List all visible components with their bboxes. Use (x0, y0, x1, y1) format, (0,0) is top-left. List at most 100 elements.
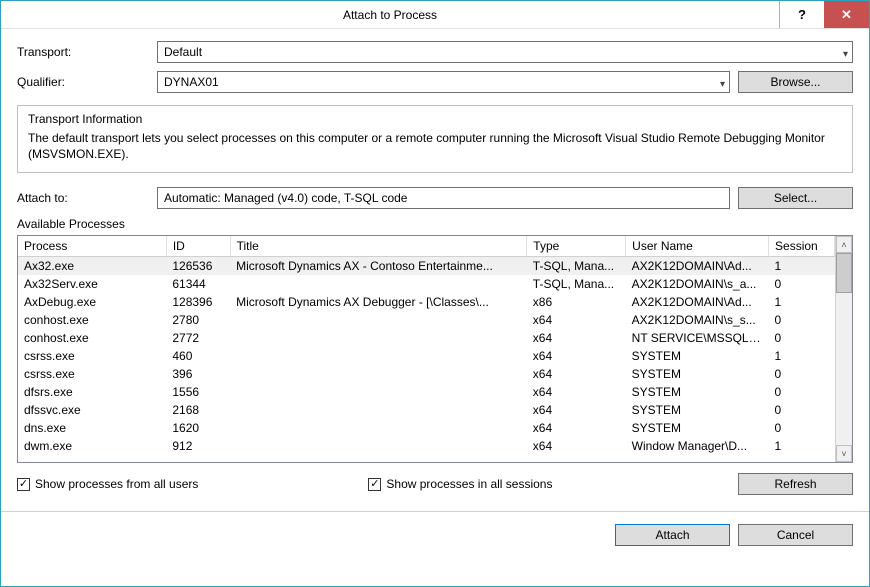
cell-id: 912 (166, 437, 230, 455)
show-all-sessions-checkbox[interactable]: ✓ Show processes in all sessions (368, 477, 552, 491)
cell-title (230, 365, 527, 383)
process-table[interactable]: Process ID Title Type User Name Session … (18, 236, 835, 455)
vertical-scrollbar[interactable]: ˄ ˅ (835, 236, 852, 462)
cell-title (230, 419, 527, 437)
chevron-down-icon: ▾ (843, 45, 848, 65)
col-header-session[interactable]: Session (769, 236, 835, 257)
close-button[interactable]: ✕ (824, 1, 869, 28)
cell-type: T-SQL, Mana... (527, 275, 626, 293)
help-button[interactable]: ? (779, 1, 824, 28)
select-button[interactable]: Select... (738, 187, 853, 209)
transport-label: Transport: (17, 45, 157, 59)
checkbox-checked-icon: ✓ (17, 478, 30, 491)
dialog-window: Attach to Process ? ✕ Transport: Default… (0, 0, 870, 587)
cell-type: x64 (527, 311, 626, 329)
process-table-scroll: Process ID Title Type User Name Session … (18, 236, 835, 462)
table-row[interactable]: dwm.exe912x64Window Manager\D...1 (18, 437, 835, 455)
table-row[interactable]: AxDebug.exe128396Microsoft Dynamics AX D… (18, 293, 835, 311)
process-table-wrap: Process ID Title Type User Name Session … (17, 235, 853, 463)
table-row[interactable]: conhost.exe2772x64NT SERVICE\MSSQLF...0 (18, 329, 835, 347)
attach-button[interactable]: Attach (615, 524, 730, 546)
table-row[interactable]: csrss.exe460x64SYSTEM1 (18, 347, 835, 365)
cell-title (230, 275, 527, 293)
cell-process: dfsrs.exe (18, 383, 166, 401)
cell-title (230, 401, 527, 419)
cancel-button[interactable]: Cancel (738, 524, 853, 546)
scroll-down-button[interactable]: ˅ (836, 445, 852, 462)
cell-process: Ax32.exe (18, 257, 166, 276)
dialog-content: Transport: Default ▾ Qualifier: DYNAX01 … (1, 29, 869, 586)
scrollbar-thumb[interactable] (836, 253, 852, 293)
cell-type: T-SQL, Mana... (527, 257, 626, 276)
titlebar: Attach to Process ? ✕ (1, 1, 869, 29)
col-header-user[interactable]: User Name (626, 236, 769, 257)
cell-user: SYSTEM (626, 365, 769, 383)
attach-to-label: Attach to: (17, 191, 157, 205)
cell-title (230, 347, 527, 365)
cell-session: 0 (769, 329, 835, 347)
table-row[interactable]: dfsrs.exe1556x64SYSTEM0 (18, 383, 835, 401)
refresh-button[interactable]: Refresh (738, 473, 853, 495)
chevron-down-icon: ˅ (841, 449, 846, 459)
cell-session: 0 (769, 419, 835, 437)
chevron-up-icon: ˄ (841, 240, 846, 250)
cell-type: x86 (527, 293, 626, 311)
cell-type: x64 (527, 365, 626, 383)
transport-select[interactable]: Default ▾ (157, 41, 853, 63)
table-row[interactable]: conhost.exe2780x64AX2K12DOMAIN\s_s...0 (18, 311, 835, 329)
show-all-sessions-label: Show processes in all sessions (386, 477, 552, 491)
cell-session: 0 (769, 401, 835, 419)
cell-id: 128396 (166, 293, 230, 311)
scroll-up-button[interactable]: ˄ (836, 236, 852, 253)
col-header-title[interactable]: Title (230, 236, 527, 257)
cell-session: 1 (769, 347, 835, 365)
cell-session: 0 (769, 383, 835, 401)
cell-process: csrss.exe (18, 365, 166, 383)
cell-id: 1556 (166, 383, 230, 401)
available-processes-label: Available Processes (17, 217, 853, 231)
cell-type: x64 (527, 437, 626, 455)
cell-user: SYSTEM (626, 419, 769, 437)
col-header-type[interactable]: Type (527, 236, 626, 257)
cell-type: x64 (527, 329, 626, 347)
cell-user: AX2K12DOMAIN\Ad... (626, 293, 769, 311)
options-row: ✓ Show processes from all users ✓ Show p… (17, 473, 853, 495)
qualifier-row: Qualifier: DYNAX01 ▾ Browse... (17, 71, 853, 93)
cell-type: x64 (527, 419, 626, 437)
scrollbar-track[interactable] (836, 253, 852, 445)
col-header-id[interactable]: ID (166, 236, 230, 257)
show-all-users-label: Show processes from all users (35, 477, 198, 491)
table-row[interactable]: csrss.exe396x64SYSTEM0 (18, 365, 835, 383)
cell-user: NT SERVICE\MSSQLF... (626, 329, 769, 347)
cell-session: 0 (769, 311, 835, 329)
cell-id: 460 (166, 347, 230, 365)
table-row[interactable]: dfssvc.exe2168x64SYSTEM0 (18, 401, 835, 419)
cell-id: 61344 (166, 275, 230, 293)
cell-title (230, 437, 527, 455)
window-title: Attach to Process (1, 1, 779, 28)
cell-type: x64 (527, 401, 626, 419)
qualifier-value: DYNAX01 (164, 75, 219, 89)
cell-process: dns.exe (18, 419, 166, 437)
table-row[interactable]: dns.exe1620x64SYSTEM0 (18, 419, 835, 437)
col-header-process[interactable]: Process (18, 236, 166, 257)
cell-user: Window Manager\D... (626, 437, 769, 455)
cell-title (230, 383, 527, 401)
window-buttons: ? ✕ (779, 1, 869, 28)
table-row[interactable]: Ax32Serv.exe61344T-SQL, Mana...AX2K12DOM… (18, 275, 835, 293)
cell-session: 1 (769, 437, 835, 455)
transport-value: Default (164, 45, 202, 59)
qualifier-select[interactable]: DYNAX01 ▾ (157, 71, 730, 93)
browse-button[interactable]: Browse... (738, 71, 853, 93)
cell-id: 126536 (166, 257, 230, 276)
chevron-down-icon: ▾ (720, 75, 725, 95)
cell-session: 0 (769, 365, 835, 383)
show-all-users-checkbox[interactable]: ✓ Show processes from all users (17, 477, 198, 491)
cell-title: Microsoft Dynamics AX - Contoso Entertai… (230, 257, 527, 276)
cell-user: SYSTEM (626, 401, 769, 419)
cell-user: SYSTEM (626, 347, 769, 365)
table-row[interactable]: Ax32.exe126536Microsoft Dynamics AX - Co… (18, 257, 835, 276)
table-header-row: Process ID Title Type User Name Session (18, 236, 835, 257)
cell-title: Microsoft Dynamics AX Debugger - [\Class… (230, 293, 527, 311)
dialog-button-row: Attach Cancel (17, 512, 853, 546)
